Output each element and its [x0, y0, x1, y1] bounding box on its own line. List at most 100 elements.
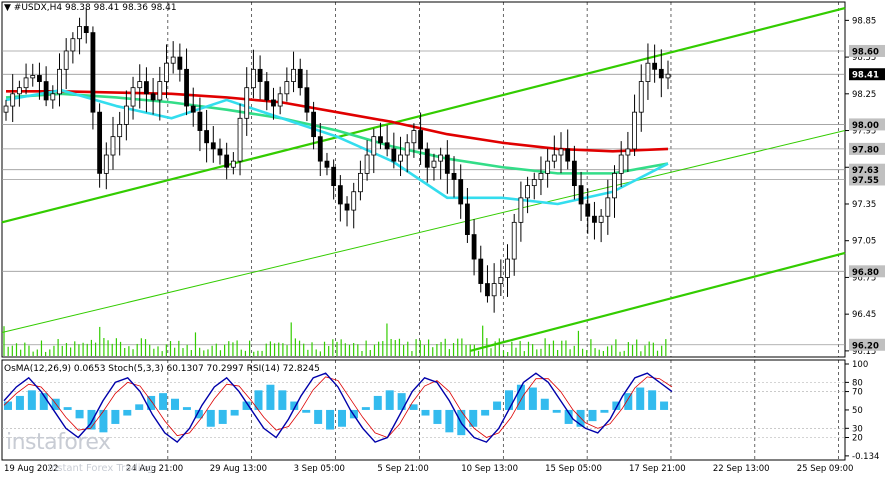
candle-body	[210, 142, 216, 150]
osma-bar	[218, 409, 227, 424]
level-label: 98.00	[852, 121, 879, 131]
candle-body	[311, 111, 316, 138]
osma-bar	[278, 390, 287, 410]
candle-body	[612, 172, 617, 199]
candle-body	[558, 148, 564, 156]
candle-body	[545, 160, 551, 174]
candle-body	[598, 215, 604, 223]
candle-body	[150, 93, 156, 101]
candle-body	[57, 68, 62, 95]
osma-bar	[135, 404, 144, 410]
candle-body	[70, 38, 76, 52]
ind-tick-label: 100	[852, 360, 868, 370]
candle-body	[491, 283, 497, 297]
candle-body	[665, 73, 671, 79]
candle-body	[123, 105, 129, 125]
price-tick-label: 97.05	[852, 237, 876, 247]
candle-body	[23, 77, 29, 89]
candle-body	[90, 32, 96, 113]
candle-body	[404, 142, 410, 156]
osma-bar	[182, 407, 191, 410]
osma-bar	[63, 407, 72, 410]
candle-body	[645, 62, 651, 82]
candles	[3, 8, 671, 313]
candle-body	[364, 154, 370, 174]
candle-body	[83, 26, 89, 34]
candle-body	[117, 124, 123, 138]
time-label: 25 Sep 09:00	[797, 464, 854, 474]
candle-body	[337, 185, 343, 205]
level-label: 98.41	[852, 71, 879, 81]
ind-tick-label: -0.134	[852, 452, 879, 462]
candle-body	[618, 154, 624, 174]
candle-body	[197, 111, 203, 131]
chart-canvas: 98.8598.5598.2597.9597.6597.3597.0596.75…	[1, 1, 885, 474]
candle-body	[658, 68, 664, 79]
osma-bar	[230, 409, 239, 416]
osma-bar	[421, 409, 430, 416]
osma-bar	[314, 409, 323, 424]
candle-body	[578, 185, 584, 205]
osma-bar	[111, 409, 120, 424]
level-label: 97.55	[852, 176, 879, 186]
candle-body	[485, 283, 490, 297]
osma-bar	[588, 409, 597, 422]
candle-body	[50, 93, 56, 101]
indicator-title: OsMA(12,26,9) 0.0653 Stoch(5,3,3) 60.130…	[4, 364, 320, 374]
candle-body	[605, 197, 611, 217]
candle-body	[638, 81, 644, 113]
price-tick-label: 97.35	[852, 200, 876, 210]
candle-body	[571, 160, 577, 187]
osma-bar	[445, 409, 454, 433]
osma-bar	[338, 409, 346, 427]
time-label: 17 Sep 21:00	[629, 464, 686, 474]
osma-bar	[361, 407, 370, 410]
osma-bar	[123, 409, 132, 416]
candle-body	[264, 81, 270, 101]
candle-body	[424, 148, 430, 168]
osma-bar	[493, 401, 502, 410]
candle-body	[137, 81, 143, 89]
osma-bar	[385, 390, 394, 410]
candle-body	[444, 154, 450, 174]
osma-bar	[302, 409, 311, 413]
osma-bar	[15, 395, 24, 410]
candle-body	[184, 68, 189, 107]
candle-body	[157, 81, 163, 101]
main-grid	[1, 1, 846, 358]
candle-body	[565, 148, 571, 162]
candle-body	[398, 154, 403, 162]
moving-average-line	[5, 88, 669, 206]
price-tick-label: 96.45	[852, 310, 876, 320]
candle-body	[592, 215, 597, 223]
osma-bar	[528, 387, 537, 410]
candle-body	[244, 87, 250, 119]
channel-line	[1, 130, 846, 334]
candle-body	[652, 62, 658, 70]
ind-tick-label: 50	[852, 406, 863, 416]
candle-body	[224, 154, 230, 168]
collapse-icon[interactable]: ▼	[4, 3, 11, 13]
time-label: 3 Sep 05:00	[294, 464, 345, 474]
candle-body	[237, 117, 243, 162]
osma-bar	[552, 409, 561, 413]
channel-line	[469, 251, 846, 352]
candle-body	[344, 203, 350, 211]
volume-bars	[3, 322, 667, 356]
time-label: 22 Sep 13:00	[713, 464, 770, 474]
chart-title: ▼ #USDX,H4 98.38 98.41 98.36 98.41	[4, 3, 177, 13]
candle-body	[297, 68, 303, 89]
candle-body	[164, 62, 169, 82]
candle-body	[391, 148, 397, 162]
level-label: 97.80	[852, 145, 879, 155]
osma-bar	[648, 390, 657, 410]
candle-body	[458, 179, 464, 205]
candle-body	[230, 160, 236, 168]
symbol-label: #USDX,H4	[13, 3, 63, 13]
osma-bar	[481, 409, 490, 416]
time-label: 15 Sep 05:00	[545, 464, 602, 474]
candle-body	[351, 191, 357, 211]
osma-bar	[433, 409, 442, 424]
time-label: 29 Aug 13:00	[210, 464, 267, 474]
candle-body	[110, 136, 116, 156]
